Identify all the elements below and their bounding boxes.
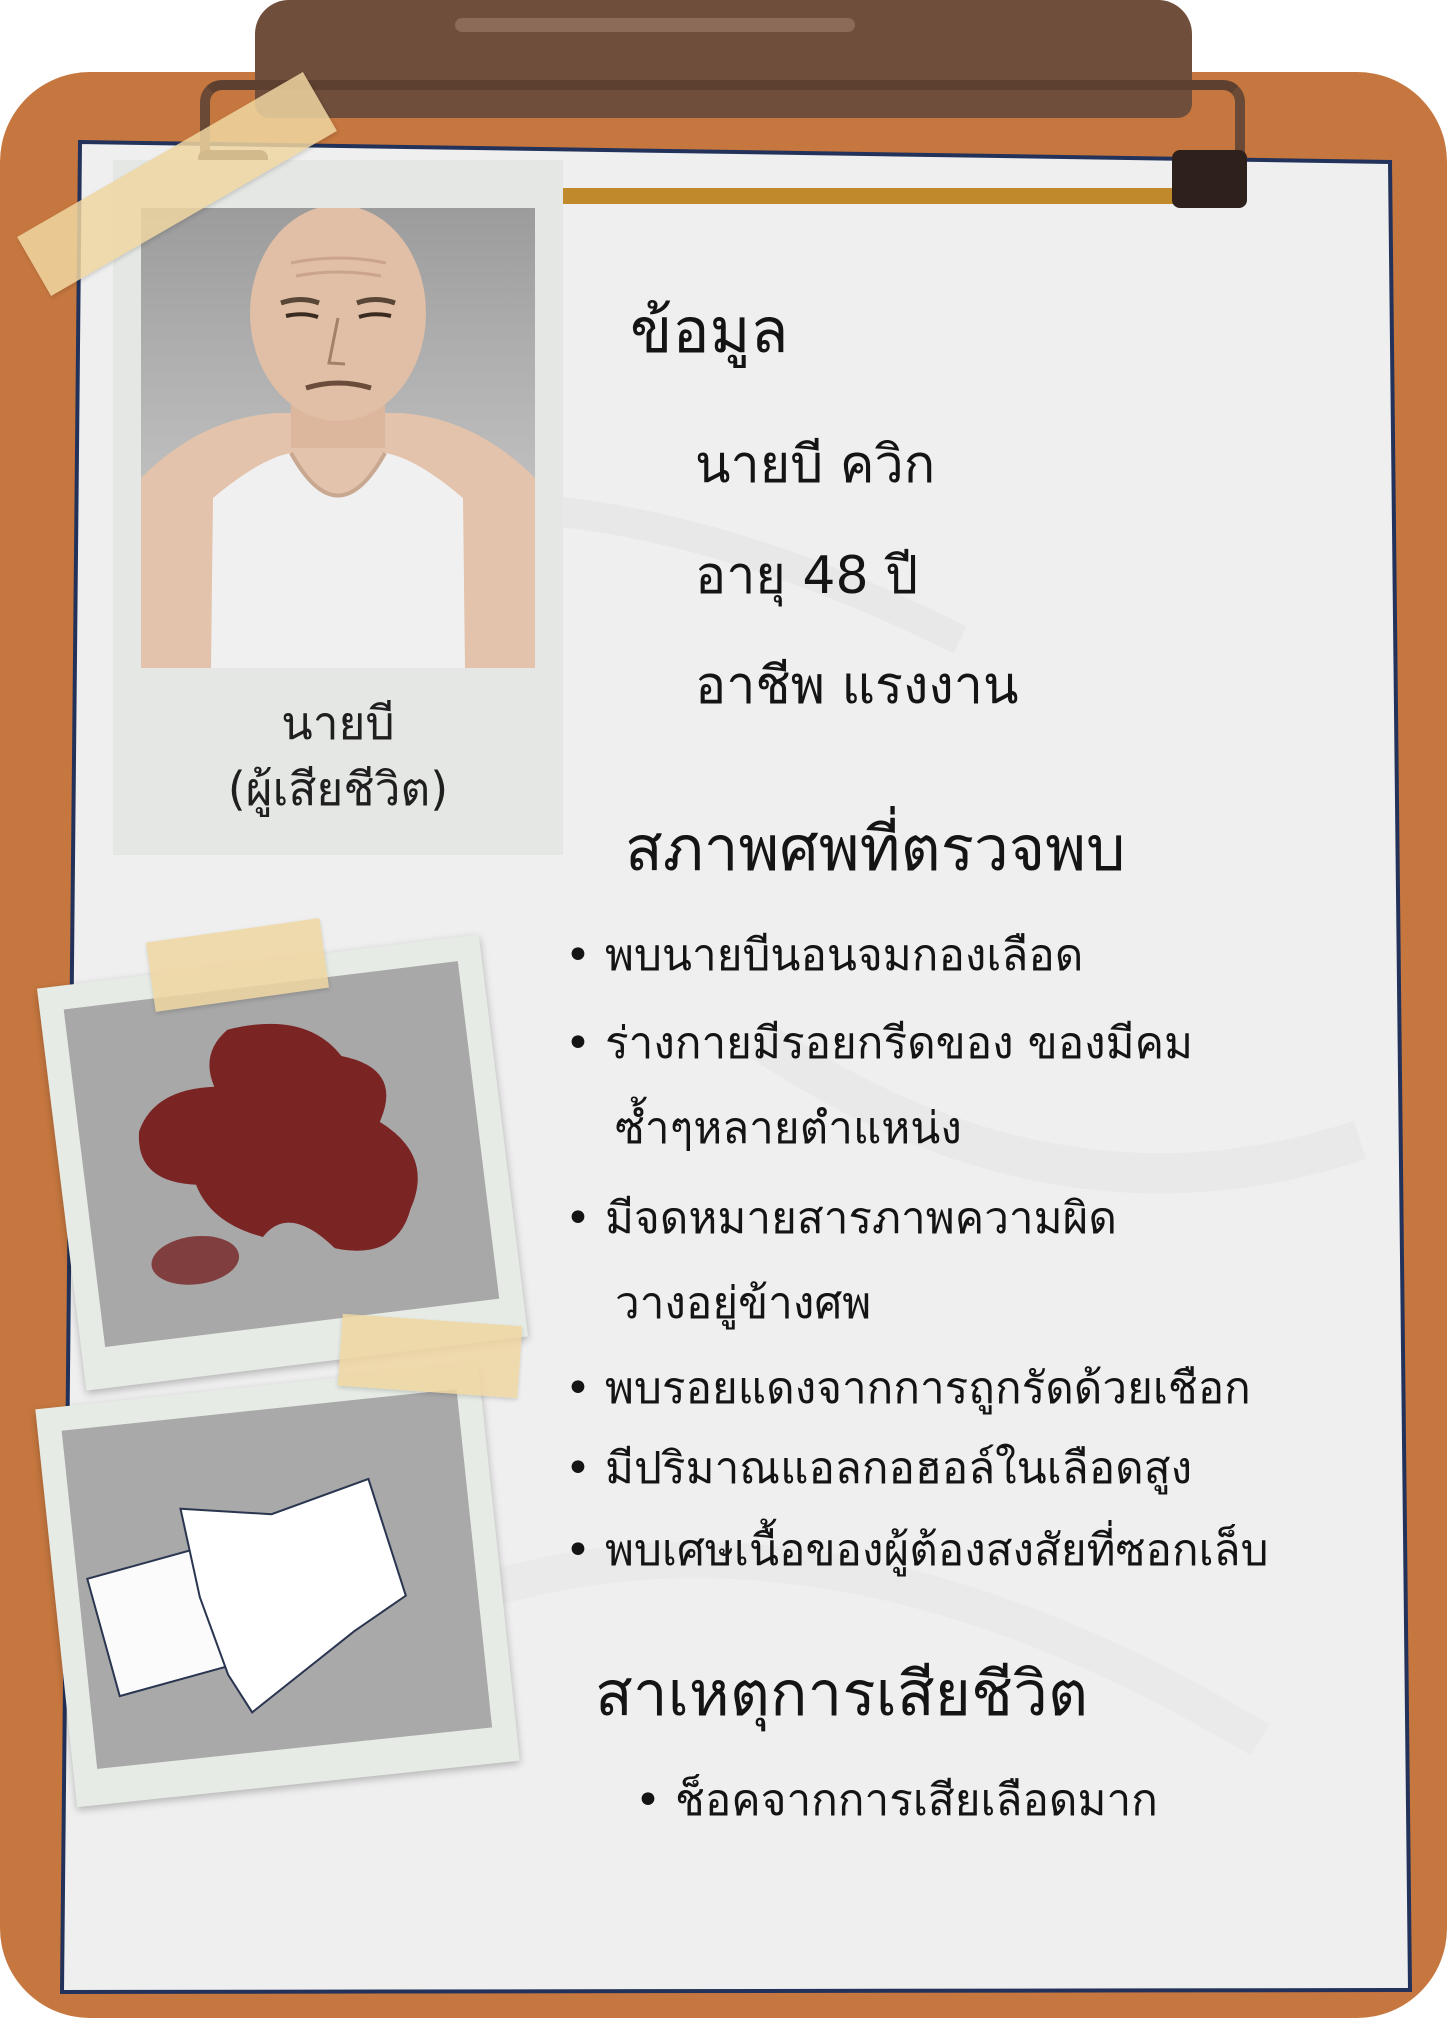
finding-item: • มีจดหมายสารภาพความผิด [565, 1183, 1117, 1253]
finding-item: • มีปริมาณแอลกอฮอล์ในเลือดสูง [565, 1433, 1192, 1503]
victim-caption-name: นายบี [281, 696, 395, 750]
bullet-dot: • [565, 1018, 591, 1069]
cause-item: • ช็อคจากการเสียเลือดมาก [635, 1765, 1158, 1835]
finding-item: • พบรอยแดงจากการถูกรัดด้วยเชือก [565, 1353, 1251, 1423]
finding-text: พบรอยแดงจากการถูกรัดด้วยเชือก [605, 1363, 1251, 1414]
victim-caption: นายบี (ผู้เสียชีวิต) [113, 690, 563, 822]
finding-continuation: วางอยู่ข้างศพ [615, 1278, 872, 1329]
bullet-dot: • [565, 1363, 591, 1414]
cause-text: ช็อคจากการเสียเลือดมาก [675, 1775, 1158, 1826]
victim-name: นายบี ควิก [695, 435, 936, 495]
finding-item: • ร่างกายมีรอยกรีดของ ของมีคม [565, 1008, 1193, 1078]
findings-heading: สภาพศพที่ตรวจพบ [625, 812, 1126, 885]
bullet-dot: • [565, 1525, 591, 1576]
bullet-dot: • [635, 1775, 661, 1826]
victim-occupation: อาชีพ แรงงาน [695, 656, 1019, 716]
finding-item: • พบเศษเนื้อของผู้ต้องสงสัยที่ซอกเล็บ [565, 1515, 1269, 1585]
bullet-dot: • [565, 1193, 591, 1244]
victim-age: อายุ 48 ปี [695, 546, 919, 606]
victim-caption-status: (ผู้เสียชีวิต) [227, 762, 449, 816]
finding-text: ร่างกายมีรอยกรีดของ ของมีคม [605, 1018, 1194, 1069]
crumpled-letter-photo[interactable] [35, 1362, 520, 1808]
bullet-dot: • [565, 1443, 591, 1494]
bullet-dot: • [565, 930, 591, 981]
info-heading: ข้อมูล [630, 294, 789, 367]
clip-shine [455, 18, 855, 32]
tape-strip [337, 1313, 523, 1399]
victim-polaroid[interactable]: นายบี (ผู้เสียชีวิต) [113, 160, 563, 855]
clip-foot-right [1172, 150, 1247, 208]
finding-text: มีปริมาณแอลกอฮอล์ในเลือดสูง [605, 1443, 1193, 1494]
cause-heading: สาเหตุการเสียชีวิต [595, 1657, 1089, 1730]
finding-text: พบนายบีนอนจมกองเลือด [605, 930, 1084, 981]
finding-item: • พบนายบีนอนจมกองเลือด [565, 920, 1083, 990]
bald-man-portrait [141, 208, 535, 668]
finding-text: พบเศษเนื้อของผู้ต้องสงสัยที่ซอกเล็บ [605, 1525, 1269, 1576]
finding-text: มีจดหมายสารภาพความผิด [605, 1193, 1117, 1244]
finding-continuation: ซ้ำๆหลายตำแหน่ง [615, 1103, 962, 1154]
